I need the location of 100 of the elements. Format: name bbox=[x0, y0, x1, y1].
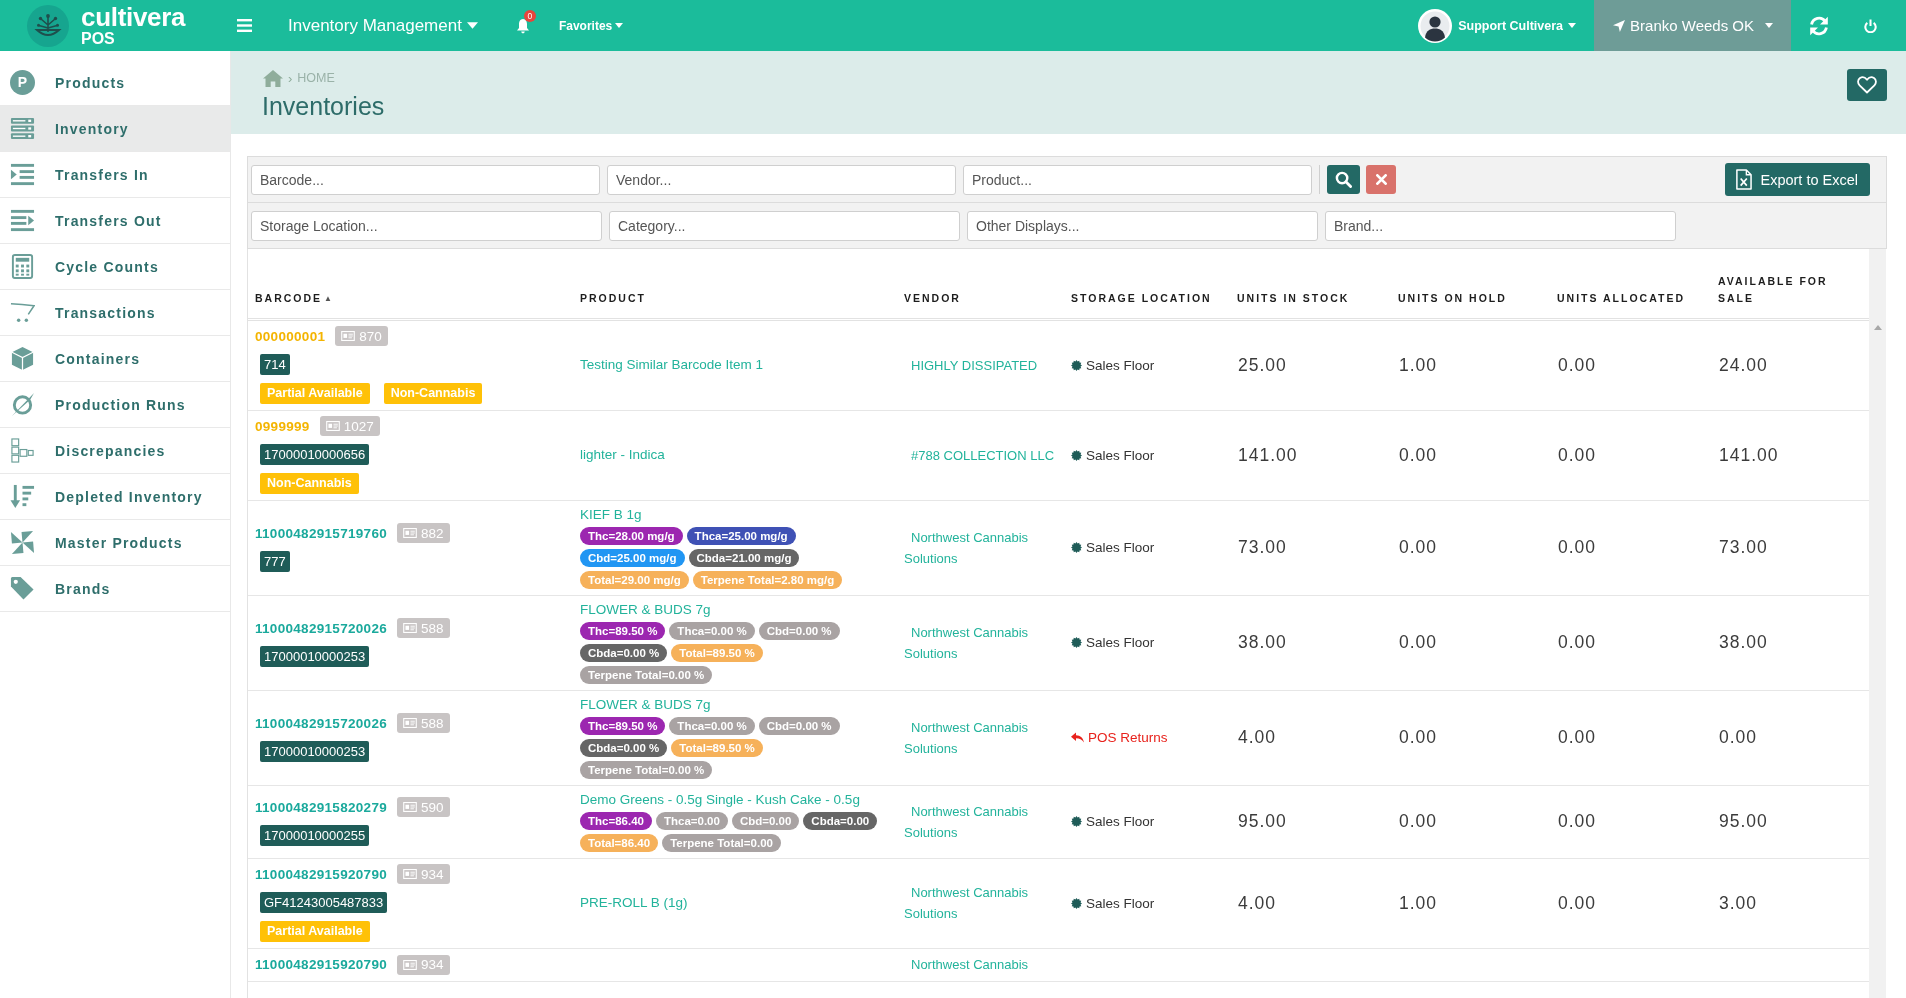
server-icon bbox=[10, 116, 35, 141]
filter-field[interactable]: Barcode... bbox=[251, 164, 600, 195]
id-card-icon bbox=[403, 528, 417, 538]
barcode-link[interactable]: 11000482915820279 bbox=[255, 799, 387, 815]
vendor-link[interactable]: Northwest Cannabis Solutions bbox=[904, 800, 1064, 843]
storage-location: Sales Floor bbox=[1086, 814, 1155, 829]
cube-icon bbox=[10, 346, 35, 371]
home-icon[interactable] bbox=[263, 69, 283, 87]
filter-field[interactable]: Brand... bbox=[1325, 210, 1676, 241]
product-link[interactable]: KIEF B 1g bbox=[580, 506, 642, 524]
available-quantity: 73.00 bbox=[1719, 537, 1768, 557]
product-link[interactable]: PRE-ROLL B (1g) bbox=[580, 894, 688, 912]
barcode-link[interactable]: 000000001 bbox=[255, 328, 326, 344]
id-card-icon bbox=[403, 718, 417, 728]
barcode-link[interactable]: 11000482915920790 bbox=[255, 866, 387, 882]
potency-pill: Thc=89.50 % bbox=[580, 622, 666, 640]
filter-field[interactable]: Product... bbox=[963, 164, 1312, 195]
code-badge: 17000010000253 bbox=[260, 646, 370, 667]
seal-icon bbox=[1071, 897, 1082, 909]
favorite-button[interactable] bbox=[1847, 69, 1887, 101]
barcode-link[interactable]: 11000482915720026 bbox=[255, 715, 387, 731]
sidebar-item[interactable]: Inventory bbox=[0, 106, 230, 152]
hold-quantity: 0.00 bbox=[1399, 444, 1438, 465]
vendor-link[interactable]: #788 COLLECTION LLC bbox=[904, 444, 1064, 466]
id-card-icon bbox=[403, 802, 417, 812]
potency-pill: Thca=0.00 bbox=[655, 812, 728, 830]
status-tag: Non-Cannabis bbox=[260, 473, 359, 494]
module-menu[interactable]: Inventory Management bbox=[288, 15, 478, 36]
status-tag: Partial Available bbox=[260, 383, 370, 404]
column-header[interactable]: UNITS ALLOCATED bbox=[1550, 290, 1711, 318]
scroll-up-arrow-icon[interactable] bbox=[1873, 325, 1882, 330]
code-badge: 714 bbox=[260, 354, 290, 375]
potency-pill: Total=89.50 % bbox=[671, 644, 763, 662]
breadcrumb-link[interactable]: HOME bbox=[297, 71, 335, 85]
available-quantity: 24.00 bbox=[1719, 354, 1768, 375]
column-header[interactable]: UNITS ON HOLD bbox=[1391, 290, 1550, 318]
calculator-icon bbox=[10, 254, 35, 279]
count-text: 588 bbox=[421, 715, 444, 731]
refresh-icon[interactable] bbox=[1808, 14, 1830, 37]
clear-button[interactable] bbox=[1366, 165, 1396, 194]
bell-icon[interactable] bbox=[515, 17, 530, 34]
available-quantity: 0.00 bbox=[1719, 727, 1758, 747]
vendor-link[interactable]: Northwest Cannabis Solutions bbox=[904, 621, 1064, 664]
hold-quantity: 1.00 bbox=[1399, 354, 1438, 375]
column-header[interactable]: AVAILABLE FOR SALE bbox=[1711, 273, 1869, 318]
notification-count: 0 bbox=[523, 9, 536, 22]
stock-quantity: 4.00 bbox=[1238, 727, 1277, 747]
potency-pill: Cbd=0.00 % bbox=[758, 622, 840, 640]
favorites-menu[interactable]: Favorites bbox=[558, 18, 624, 33]
potency-pill: Thca=25.00 mg/g bbox=[686, 527, 796, 545]
allocated-quantity: 0.00 bbox=[1558, 632, 1597, 652]
code-badge: 17000010000255 bbox=[260, 825, 370, 846]
filter-field[interactable]: Other Displays... bbox=[967, 210, 1318, 241]
product-link[interactable]: FLOWER & BUDS 7g bbox=[580, 696, 711, 714]
count-text: 590 bbox=[421, 799, 444, 815]
search-button[interactable] bbox=[1327, 165, 1360, 194]
filter-field[interactable]: Storage Location... bbox=[251, 210, 602, 241]
barcode-link[interactable]: 11000482915920790 bbox=[255, 957, 387, 972]
potency-pill: Cbda=0.00 bbox=[803, 812, 878, 830]
user-menu[interactable]: Support Cultivera bbox=[1418, 8, 1577, 43]
location-menu[interactable]: Branko Weeds OK bbox=[1594, 0, 1791, 51]
column-header[interactable]: PRODUCT bbox=[573, 290, 897, 318]
barcode-link[interactable]: 11000482915719760 bbox=[255, 525, 387, 541]
product-link[interactable]: FLOWER & BUDS 7g bbox=[580, 601, 711, 619]
id-card-icon bbox=[325, 421, 340, 431]
filter-field[interactable]: Vendor... bbox=[607, 164, 956, 195]
vendor-link[interactable]: HIGHLY DISSIPATED bbox=[904, 354, 1064, 376]
vendor-link[interactable]: Northwest Cannabis Solutions bbox=[904, 716, 1064, 759]
search-icon bbox=[1335, 171, 1352, 188]
scrollbar[interactable] bbox=[1869, 249, 1886, 998]
available-quantity: 141.00 bbox=[1719, 444, 1779, 465]
stock-quantity: 25.00 bbox=[1238, 354, 1287, 375]
count-text: 934 bbox=[421, 866, 444, 882]
seal-icon bbox=[1071, 359, 1082, 371]
indent-icon bbox=[10, 162, 35, 187]
filter-field[interactable]: Category... bbox=[609, 210, 960, 241]
column-header[interactable]: UNITS IN STOCK bbox=[1230, 290, 1391, 318]
allocated-quantity: 0.00 bbox=[1558, 444, 1597, 465]
column-header[interactable]: BARCODE ▲ bbox=[248, 290, 573, 318]
product-link[interactable]: Demo Greens - 0.5g Single - Kush Cake - 0.5g bbox=[580, 791, 860, 809]
menu-icon[interactable] bbox=[237, 19, 252, 32]
barcode-link[interactable]: 0999999 bbox=[255, 418, 310, 434]
id-card-icon bbox=[403, 869, 417, 879]
vendor-link[interactable]: Northwest Cannabis bbox=[904, 954, 1064, 975]
sort-down-icon bbox=[10, 484, 35, 509]
column-header[interactable]: STORAGE LOCATION bbox=[1064, 290, 1230, 318]
seal-icon bbox=[1071, 542, 1082, 553]
power-icon[interactable] bbox=[1864, 18, 1877, 33]
available-quantity: 38.00 bbox=[1719, 632, 1768, 652]
barcode-link[interactable]: 11000482915720026 bbox=[255, 620, 387, 636]
vendor-link[interactable]: Northwest Cannabis Solutions bbox=[904, 882, 1064, 924]
potency-pill: Thc=89.50 % bbox=[580, 717, 666, 735]
column-header[interactable]: VENDOR bbox=[897, 290, 1064, 318]
vendor-link[interactable]: Northwest Cannabis Solutions bbox=[904, 526, 1064, 569]
logo-subtitle: POS bbox=[81, 31, 115, 47]
export-button[interactable]: Export to Excel bbox=[1725, 163, 1870, 196]
product-link[interactable]: Testing Similar Barcode Item 1 bbox=[580, 356, 764, 374]
count-text: 934 bbox=[421, 957, 444, 972]
product-link[interactable]: lighter - Indica bbox=[580, 446, 665, 464]
plant-logo-icon bbox=[27, 4, 69, 47]
